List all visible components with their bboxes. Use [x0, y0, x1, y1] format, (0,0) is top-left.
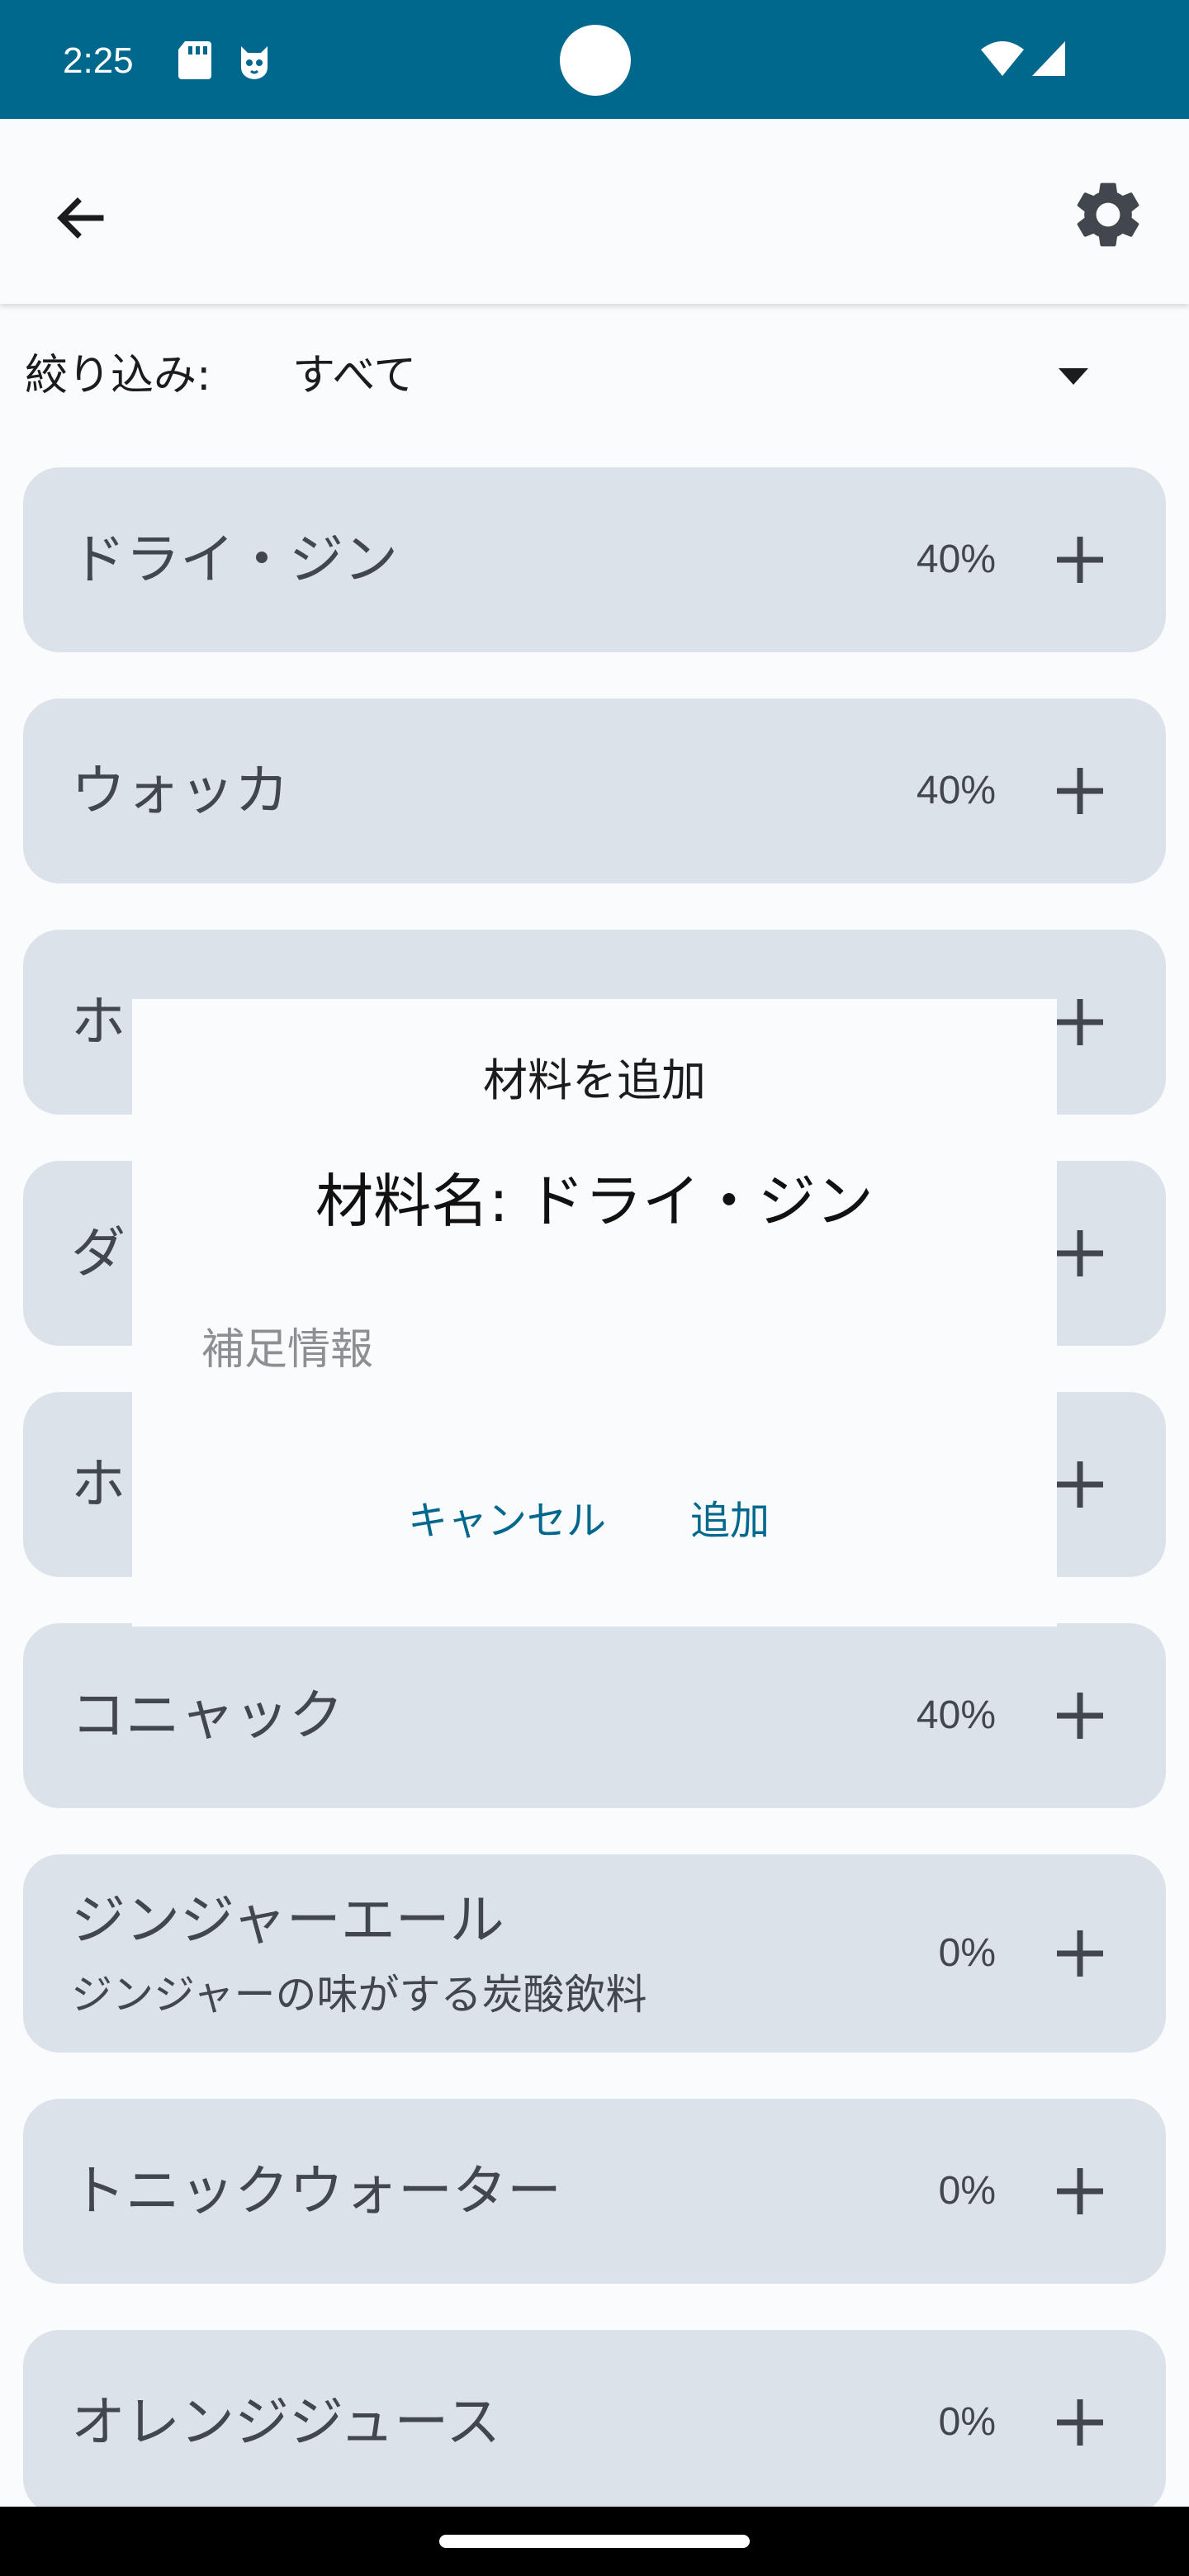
ingredient-abv: 40% — [916, 537, 996, 581]
list-item[interactable]: トニックウォーター 0% — [23, 2099, 1166, 2284]
plus-icon[interactable] — [1047, 2389, 1113, 2455]
ingredient-name: ジンジャーエール — [71, 1888, 504, 1952]
ingredient-name: ホ — [71, 990, 126, 1054]
plus-icon[interactable] — [1047, 1920, 1113, 1986]
ingredient-abv: 40% — [916, 769, 996, 812]
cancel-button[interactable]: キャンセル — [408, 1480, 606, 1562]
list-item[interactable]: ドライ・ジン 40% — [23, 467, 1166, 652]
filter-label: 絞り込み: — [25, 351, 211, 400]
ingredient-abv: 40% — [916, 1693, 996, 1737]
app-bar — [0, 119, 1189, 304]
status-bar: 2:25 — [0, 0, 1189, 119]
ingredient-name: コニャック — [71, 1683, 343, 1747]
ingredient-name: トニックウォーター — [71, 2159, 561, 2223]
ingredient-abv: 0% — [938, 1931, 996, 1975]
plus-icon[interactable] — [1047, 989, 1113, 1055]
cat-notification-icon — [241, 46, 268, 79]
cell-signal-icon — [1032, 41, 1065, 76]
plus-icon[interactable] — [1047, 758, 1113, 824]
ingredient-name: オレンジジュース — [71, 2390, 501, 2454]
screen: 2:25 絞り込み: すべて ドライ・ジン 40% ウォッカ 40% ホ ダ ホ… — [0, 0, 1189, 2576]
sd-card-icon — [178, 41, 211, 79]
filter-row[interactable]: 絞り込み: すべて — [0, 330, 1189, 421]
chevron-down-icon[interactable] — [1057, 367, 1090, 386]
note-input[interactable] — [201, 1313, 988, 1387]
plus-icon[interactable] — [1047, 527, 1113, 593]
ingredient-subtitle: ジンジャーの味がする炭酸飲料 — [71, 1971, 647, 2019]
ingredient-name: ウォッカ — [71, 759, 289, 822]
ingredient-name: ホ — [71, 1452, 126, 1516]
status-time: 2:25 — [63, 40, 134, 81]
list-item[interactable]: オレンジジュース 0% — [23, 2330, 1166, 2515]
list-item[interactable]: ジンジャーエール ジンジャーの味がする炭酸飲料 0% — [23, 1854, 1166, 2053]
plus-icon[interactable] — [1047, 2158, 1113, 2224]
ingredient-abv: 0% — [938, 2400, 996, 2444]
add-ingredient-dialog: 材料を追加 材料名: ドライ・ジン キャンセル 追加 — [132, 999, 1057, 1627]
add-button[interactable]: 追加 — [690, 1480, 770, 1562]
list-item[interactable]: コニャック 40% — [23, 1623, 1166, 1808]
wifi-icon — [981, 41, 1024, 76]
gear-icon[interactable] — [1068, 175, 1148, 254]
dialog-ingredient-name: 材料名: ドライ・ジン — [315, 1167, 874, 1235]
ingredient-name: ドライ・ジン — [71, 528, 398, 591]
home-gesture-handle[interactable] — [439, 2535, 750, 2548]
ingredient-abv: 0% — [938, 2169, 996, 2213]
list-item[interactable]: ウォッカ 40% — [23, 698, 1166, 883]
ingredient-name: ダ — [71, 1221, 126, 1285]
plus-icon[interactable] — [1047, 1683, 1113, 1749]
navigation-bar — [0, 2507, 1189, 2576]
filter-value[interactable]: すべて — [292, 347, 416, 405]
camera-cutout — [560, 25, 631, 96]
dialog-title: 材料を追加 — [483, 1054, 706, 1106]
plus-icon[interactable] — [1047, 1220, 1113, 1286]
arrow-back-icon[interactable] — [41, 180, 121, 259]
plus-icon[interactable] — [1047, 1451, 1113, 1518]
